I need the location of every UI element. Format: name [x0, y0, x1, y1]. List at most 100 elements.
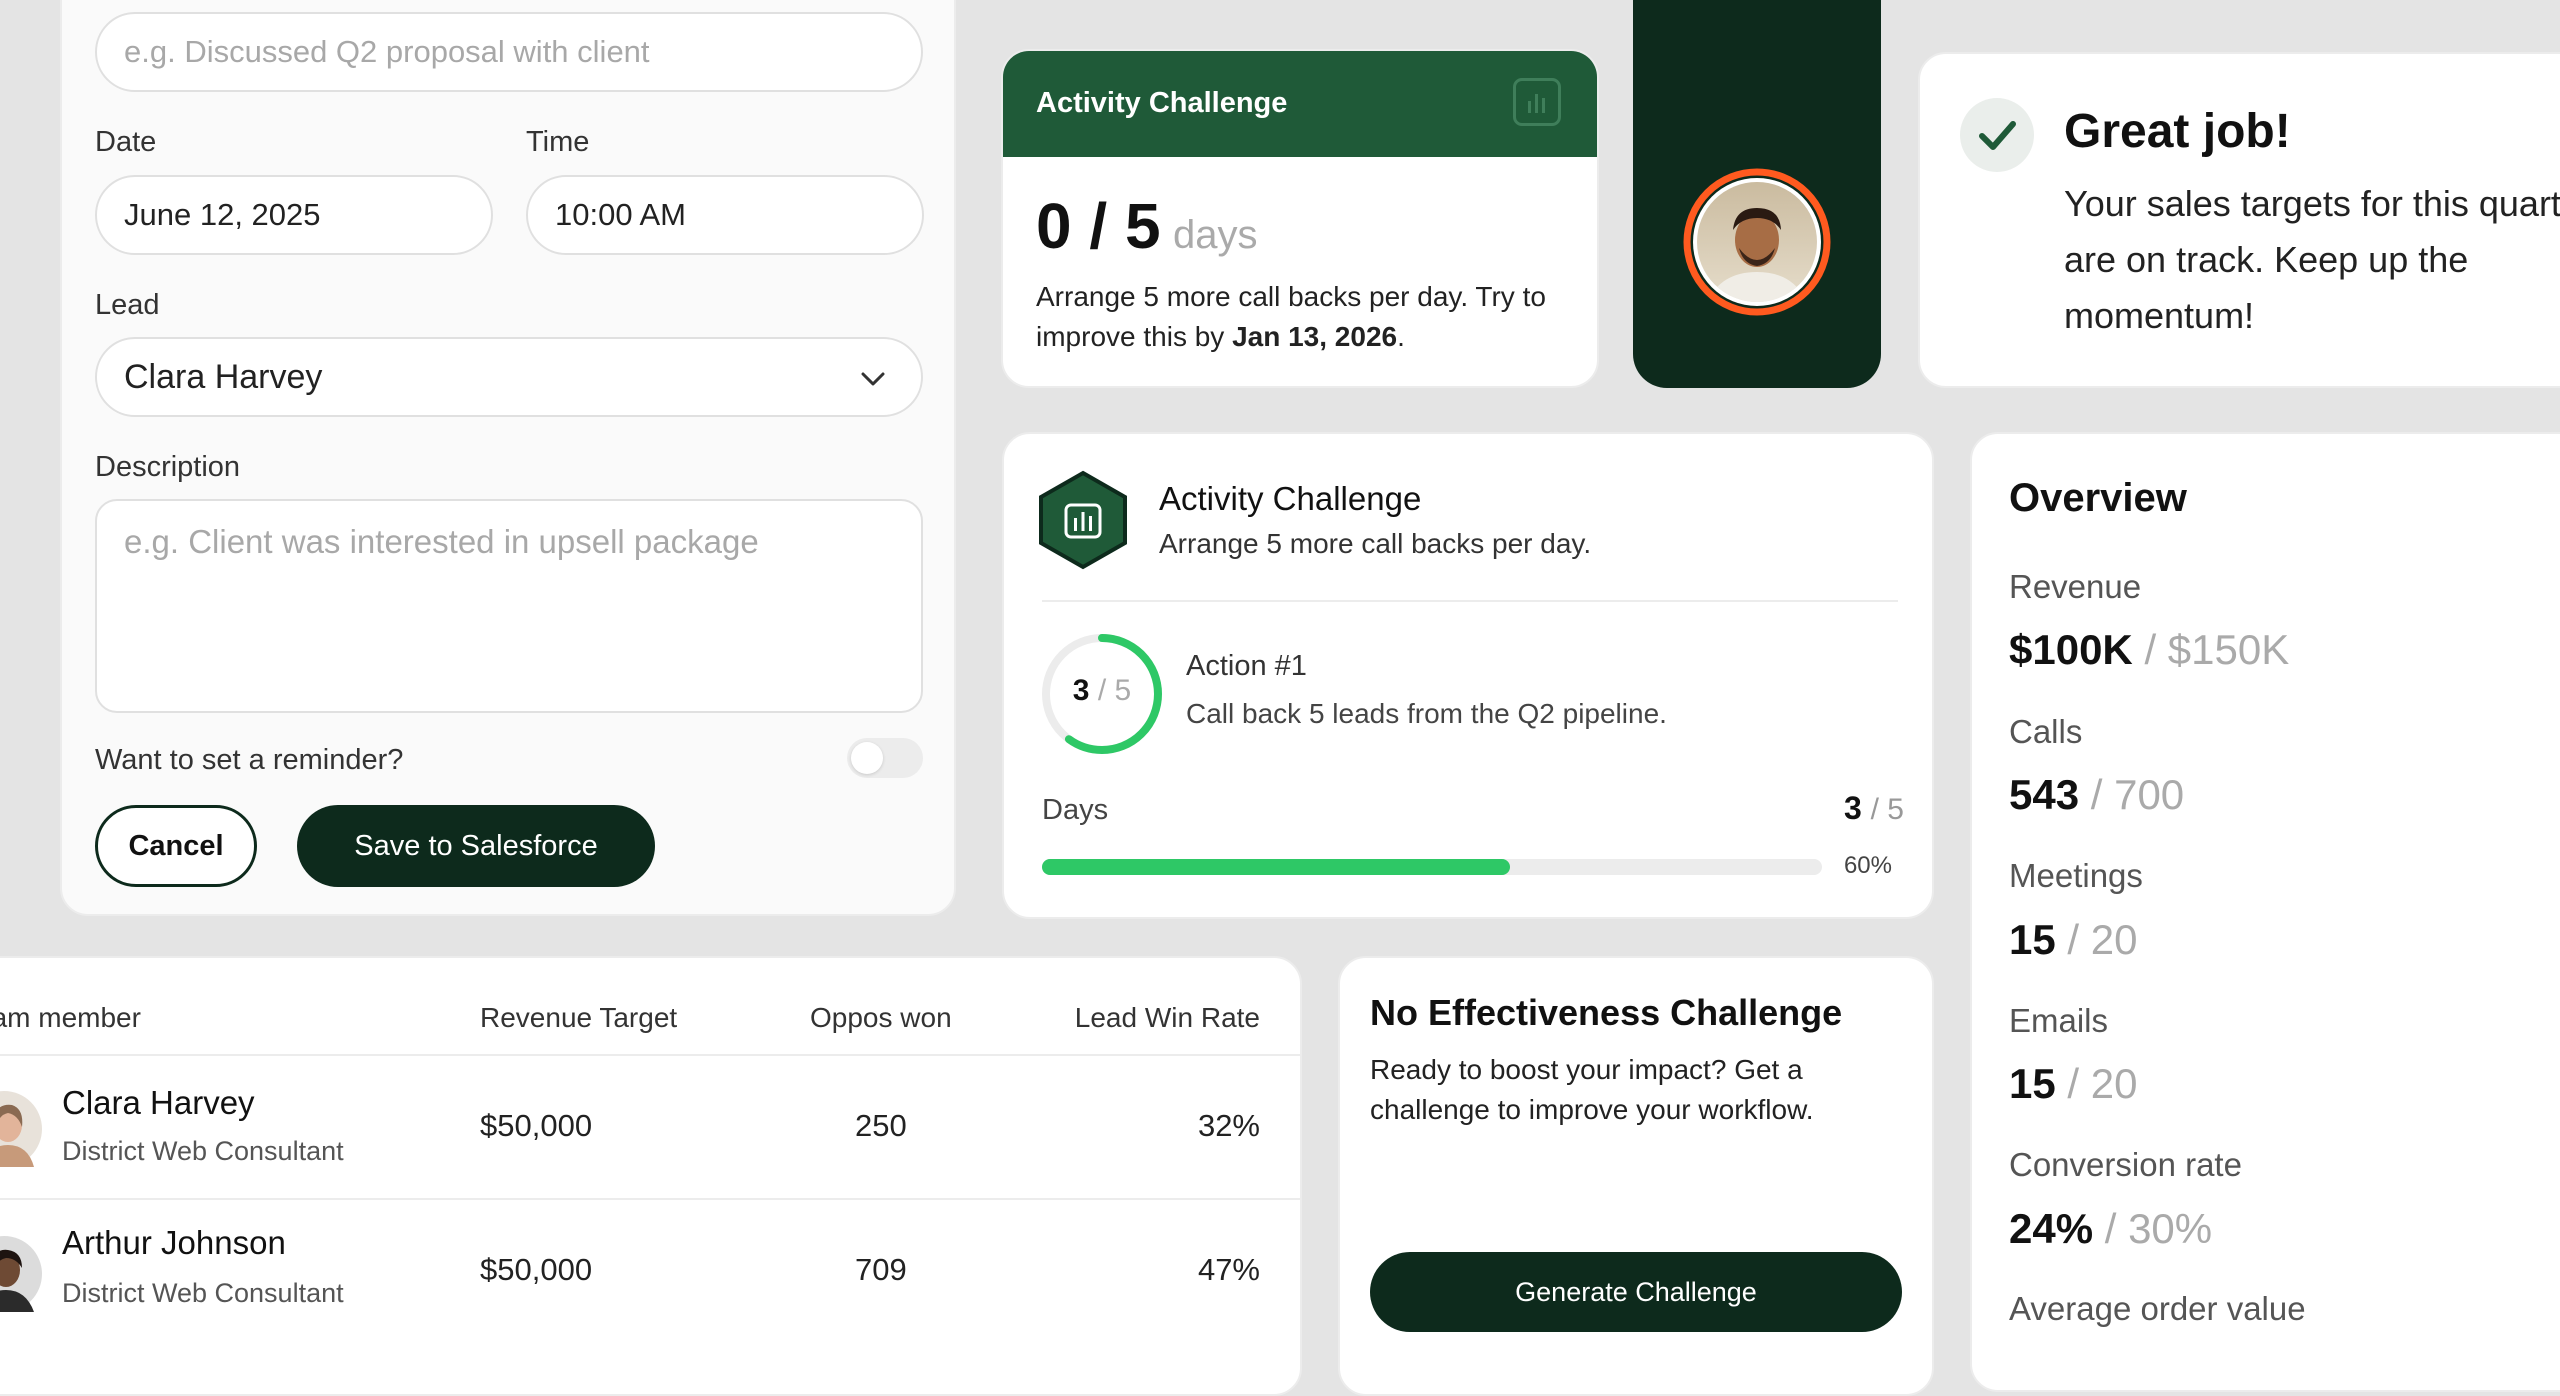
metric-label-revenue: Revenue	[2009, 568, 2142, 605]
metric-actual: 15	[2009, 1060, 2056, 1107]
activity-challenge-summary-card: Activity Challenge 0 / 5 days Arrange 5 …	[1001, 49, 1599, 388]
oppos-won: 250	[855, 1108, 907, 1143]
date-input[interactable]: June 12, 2025	[95, 175, 493, 255]
description-textarea[interactable]: e.g. Client was interested in upsell pac…	[95, 499, 923, 713]
generate-challenge-label: Generate Challenge	[1515, 1276, 1757, 1307]
metric-actual: 15	[2009, 916, 2056, 963]
reminder-toggle[interactable]	[847, 738, 923, 778]
lead-win-rate: 32%	[1197, 1108, 1260, 1143]
member-role: District Web Consultant	[62, 1278, 344, 1308]
days-percent: 60%	[1843, 852, 1892, 879]
no-effectiveness-card: No Effectiveness Challenge Ready to boos…	[1338, 956, 1934, 1396]
table-row[interactable]: Clara Harvey District Web Consultant $50…	[0, 1056, 1300, 1198]
challenge-deadline: Jan 13, 2026	[1232, 321, 1398, 352]
no-effectiveness-title: No Effectiveness Challenge	[1370, 992, 1843, 1033]
bar-chart-icon	[1513, 78, 1561, 126]
ring-label: 3 / 5	[1040, 674, 1164, 708]
lead-win-rate: 47%	[1197, 1252, 1260, 1287]
lead-label: Lead	[95, 289, 160, 321]
days-total: / 5	[1870, 793, 1904, 826]
activity-challenge-title: Activity Challenge	[1036, 87, 1288, 119]
notes-placeholder: e.g. Discussed Q2 proposal with client	[124, 34, 650, 69]
detail-title: Activity Challenge	[1159, 480, 1422, 517]
metric-actual: 24%	[2009, 1205, 2094, 1252]
oppos-won: 709	[855, 1252, 907, 1287]
member-name: Clara Harvey	[62, 1084, 255, 1121]
ring-total: / 5	[1097, 674, 1132, 707]
metric-target: / 700	[2090, 771, 2185, 818]
action-title: Action #1	[1186, 650, 1307, 682]
chevron-down-icon	[861, 372, 885, 386]
days-count: 3 / 5	[1844, 790, 1904, 827]
challenge-hexagon-icon	[1039, 470, 1127, 570]
great-job-card: Great job! Your sales targets for this q…	[1918, 52, 2560, 388]
activity-challenge-detail-card: Activity Challenge Arrange 5 more call b…	[1002, 432, 1934, 919]
member-role: District Web Consultant	[62, 1136, 344, 1166]
column-header-team-member[interactable]: Team member	[0, 1002, 141, 1034]
metric-label-meetings: Meetings	[2009, 857, 2143, 894]
ring-done: 3	[1072, 674, 1090, 707]
challenge-desc-end: .	[1397, 321, 1405, 352]
cancel-button[interactable]: Cancel	[95, 805, 257, 887]
description-placeholder: e.g. Client was interested in upsell pac…	[124, 523, 759, 560]
date-label: Date	[95, 126, 157, 158]
metric-actual: $100K	[2009, 626, 2133, 673]
time-value: 10:00 AM	[555, 197, 686, 232]
challenge-progress: 0 / 5 days	[1036, 189, 1257, 263]
days-done: 3	[1843, 790, 1862, 826]
cancel-label: Cancel	[128, 829, 224, 862]
lead-value: Clara Harvey	[124, 357, 323, 396]
description-label: Description	[95, 451, 241, 483]
time-input[interactable]: 10:00 AM	[526, 175, 924, 255]
avatar	[0, 1091, 42, 1167]
divider	[1042, 600, 1898, 602]
generate-challenge-button[interactable]: Generate Challenge	[1370, 1252, 1902, 1332]
days-progress-fill	[1042, 859, 1510, 875]
great-job-message: Your sales targets for this quarter are …	[2064, 183, 2560, 336]
metric-value-revenue: $100K / $150K	[2009, 626, 2289, 674]
metric-target: / $150K	[2144, 626, 2290, 673]
metric-target: / 30%	[2104, 1205, 2213, 1252]
metric-value-calls: 543 / 700	[2009, 771, 2184, 819]
activity-form-card: e.g. Discussed Q2 proposal with client D…	[60, 0, 956, 916]
metric-actual: 543	[2009, 771, 2080, 818]
revenue-target: $50,000	[480, 1252, 593, 1287]
metric-label-calls: Calls	[2009, 713, 2083, 750]
challenge-description: Arrange 5 more call backs per day. Try t…	[1036, 277, 1566, 357]
metric-value-conversion: 24% / 30%	[2009, 1205, 2212, 1253]
notes-input[interactable]: e.g. Discussed Q2 proposal with client	[95, 12, 923, 92]
metric-target: / 20	[2067, 1060, 2138, 1107]
lead-select[interactable]: Clara Harvey	[95, 337, 923, 417]
date-value: June 12, 2025	[124, 197, 321, 232]
great-job-title: Great job!	[2064, 105, 2291, 158]
action-description: Call back 5 leads from the Q2 pipeline.	[1186, 698, 1667, 729]
check-icon	[1960, 98, 2034, 172]
no-effectiveness-description: Ready to boost your impact? Get a challe…	[1370, 1054, 1814, 1125]
overview-title: Overview	[2009, 476, 2187, 520]
activity-challenge-header: Activity Challenge	[1003, 51, 1597, 157]
table-row[interactable]: Arthur Johnson District Web Consultant $…	[0, 1200, 1300, 1342]
time-label: Time	[526, 126, 590, 158]
detail-subtitle: Arrange 5 more call backs per day.	[1159, 528, 1592, 559]
overview-card: Overview Revenue $100K / $150K Calls 543…	[1970, 432, 2560, 1392]
toggle-knob	[851, 742, 883, 774]
challenge-count: 0 / 5	[1036, 190, 1161, 262]
column-header-lead-win-rate[interactable]: Lead Win Rate	[1075, 1002, 1260, 1034]
avatar	[0, 1236, 42, 1312]
metric-value-emails: 15 / 20	[2009, 1060, 2137, 1108]
metric-target: / 20	[2067, 916, 2138, 963]
column-header-revenue-target[interactable]: Revenue Target	[480, 1002, 677, 1034]
metric-value-meetings: 15 / 20	[2009, 916, 2137, 964]
metric-label-emails: Emails	[2009, 1002, 2109, 1039]
column-header-oppos-won[interactable]: Oppos won	[810, 1002, 952, 1034]
save-to-salesforce-button[interactable]: Save to Salesforce	[297, 805, 655, 887]
metric-label-conversion: Conversion rate	[2009, 1146, 2242, 1183]
reminder-label: Want to set a reminder?	[95, 744, 404, 776]
days-progress-bar	[1042, 859, 1822, 875]
revenue-target: $50,000	[480, 1108, 593, 1143]
avatar[interactable]	[1683, 168, 1831, 316]
metric-label-aov: Average order value	[2009, 1290, 2306, 1327]
member-name: Arthur Johnson	[62, 1224, 286, 1261]
team-table-card: Team member Revenue Target Oppos won Lea…	[0, 956, 1302, 1396]
profile-avatar-card	[1633, 0, 1881, 388]
